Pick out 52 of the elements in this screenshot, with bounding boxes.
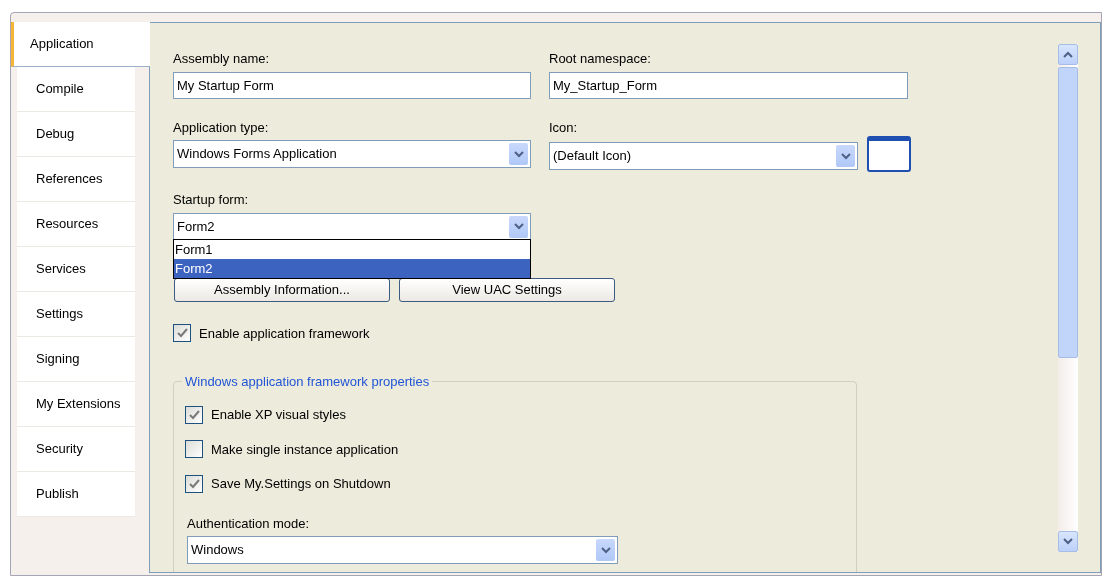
field-label: Icon:	[549, 118, 579, 137]
tab[interactable]: My Extensions	[17, 382, 135, 427]
scroll-thumb[interactable]	[1058, 67, 1078, 358]
startup-form-dropdown[interactable]: Form2	[173, 212, 531, 241]
tab[interactable]: Publish	[17, 472, 135, 517]
checkbox-label: Enable application framework	[199, 324, 370, 343]
checkbox[interactable]	[185, 405, 203, 424]
tab[interactable]: Security	[17, 427, 135, 472]
tab[interactable]: Services	[17, 247, 135, 292]
checkbox[interactable]	[173, 324, 191, 343]
checkbox-label: Enable XP visual styles	[211, 406, 346, 424]
icon-dropdown[interactable]: (Default Icon)	[549, 142, 858, 170]
chevron-down-icon	[840, 152, 851, 160]
tab[interactable]: Compile	[17, 67, 135, 112]
field-label: Authentication mode:	[187, 514, 311, 533]
chevron-down-icon	[513, 150, 524, 158]
tab[interactable]: Resources	[17, 202, 135, 247]
field-label: Application type:	[173, 118, 270, 137]
dropdown-button[interactable]	[509, 143, 528, 165]
checkbox-label: Make single instance application	[211, 440, 399, 459]
authentication-mode-dropdown[interactable]: Windows	[187, 536, 618, 564]
chevron-down-icon	[600, 546, 611, 554]
action-button[interactable]: Assembly Information...	[174, 277, 390, 302]
chevron-down-icon	[1063, 538, 1073, 545]
tab[interactable]: Signing	[17, 337, 135, 382]
chevron-down-icon	[513, 223, 524, 230]
check-icon	[176, 328, 188, 339]
tab[interactable]: Debug	[17, 112, 135, 157]
check-icon	[188, 409, 200, 420]
checkbox[interactable]	[185, 474, 203, 493]
check-icon	[188, 478, 200, 489]
scroll-up-icon	[1063, 51, 1073, 58]
checkbox-label: Save My.Settings on Shutdown	[211, 475, 391, 493]
scrollbar[interactable]	[1058, 44, 1078, 552]
tab[interactable]: References	[17, 157, 135, 202]
field-label: Startup form:	[173, 191, 250, 209]
dropdown-button[interactable]	[509, 215, 528, 238]
dropdown-option[interactable]: Form2	[174, 259, 530, 278]
action-button[interactable]: View UAC Settings	[399, 277, 615, 302]
checkbox[interactable]	[185, 440, 203, 459]
scroll-down-button[interactable]	[1058, 531, 1078, 552]
application-type-dropdown[interactable]: Windows Forms Application	[173, 140, 531, 168]
tab[interactable]: Application	[11, 22, 150, 67]
text-field[interactable]: My_Startup_Form	[549, 71, 908, 99]
tab[interactable]: Settings	[17, 292, 135, 337]
field-label: Assembly name:	[173, 50, 271, 68]
dropdown-button[interactable]	[596, 539, 615, 561]
scroll-up-button[interactable]	[1058, 44, 1078, 65]
window-icon	[867, 136, 911, 172]
dropdown-button[interactable]	[836, 145, 855, 167]
field-label: Root namespace:	[549, 50, 652, 68]
text-field[interactable]: My Startup Form	[173, 71, 531, 99]
